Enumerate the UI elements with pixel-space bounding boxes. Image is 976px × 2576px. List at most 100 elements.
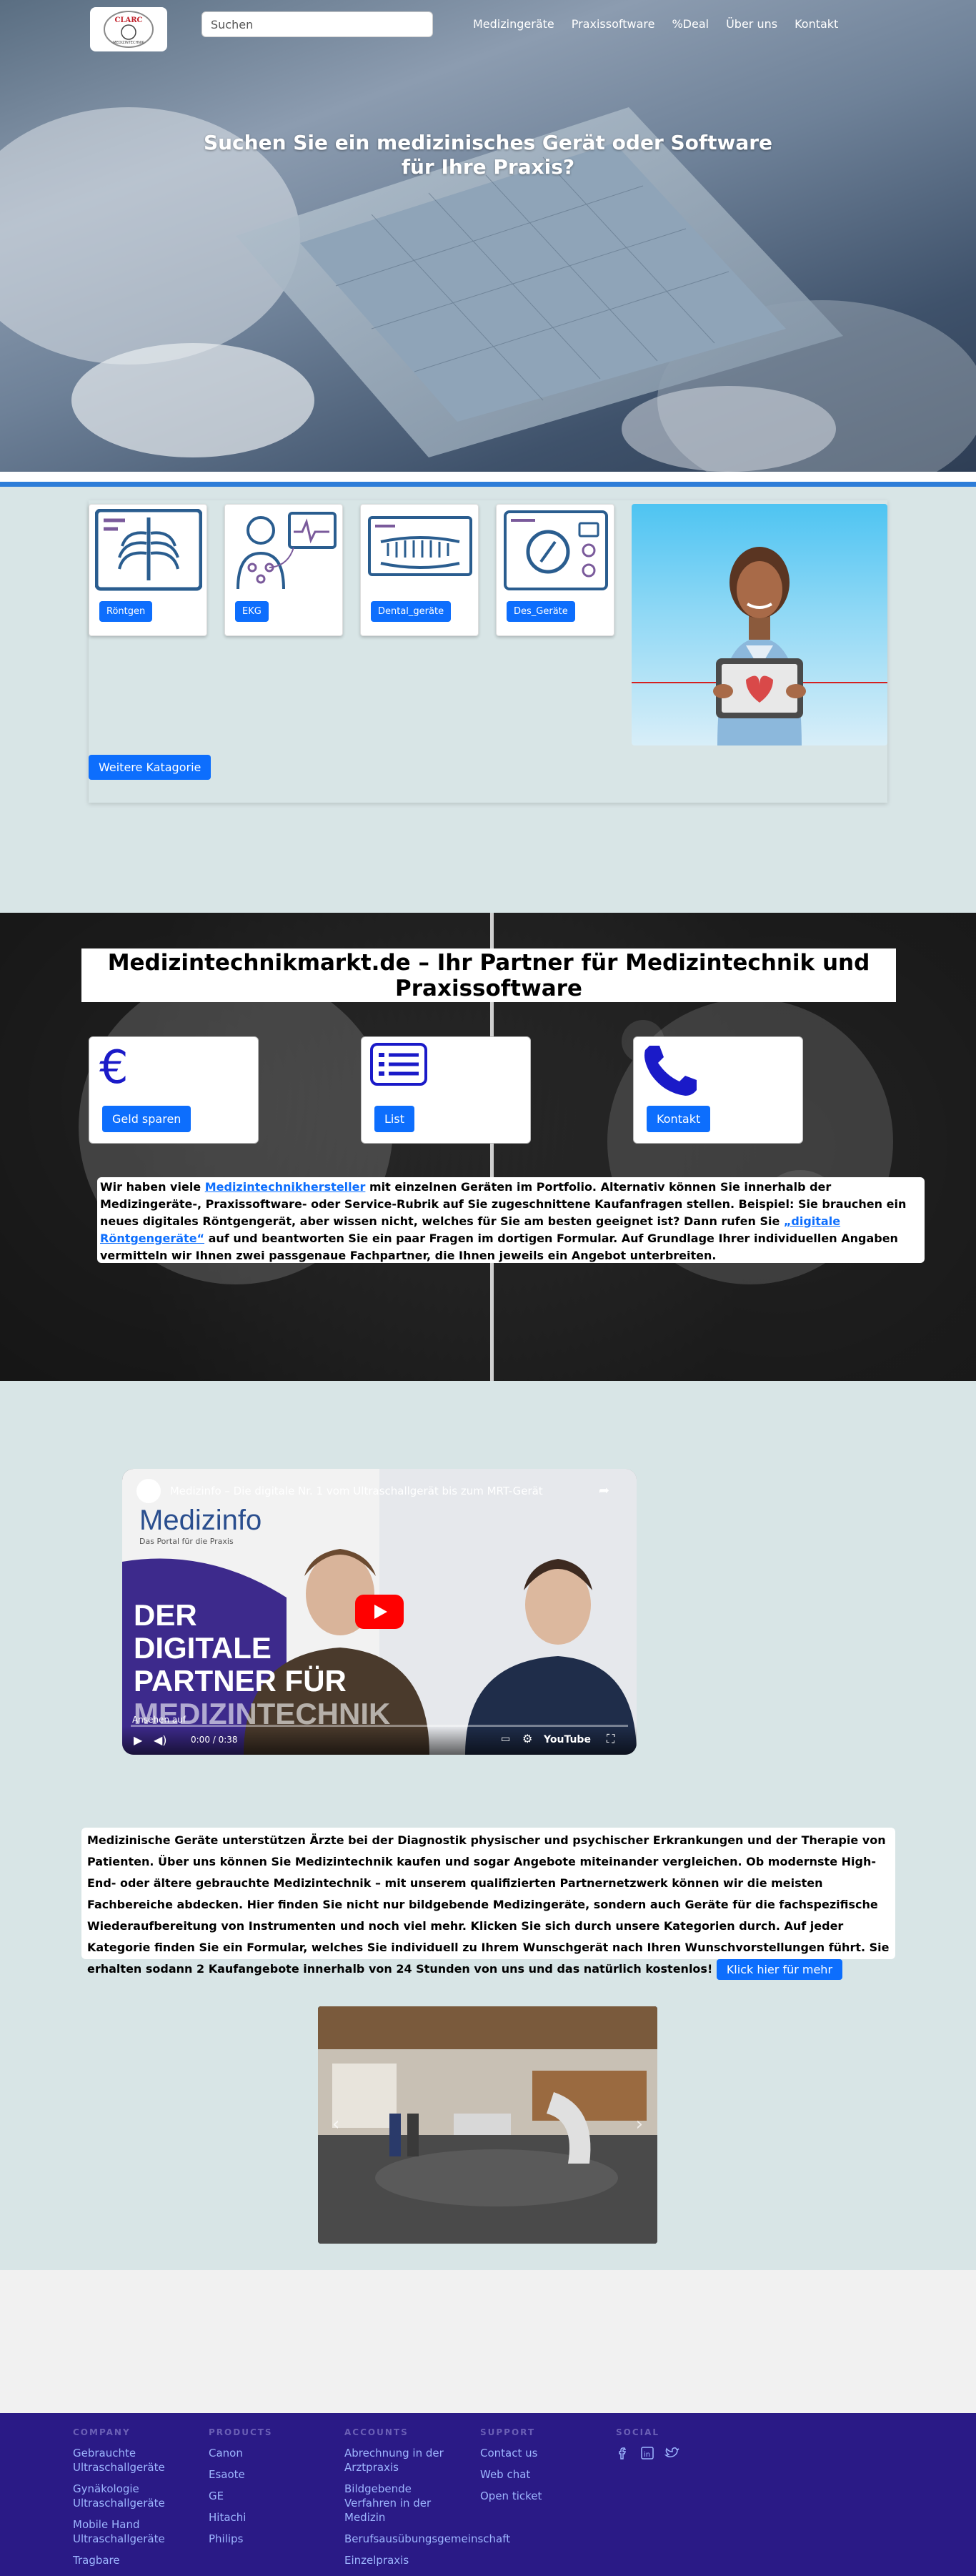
site-logo[interactable]: CLARC MEDIZINTECHNIK — [90, 7, 167, 51]
more-categories-button[interactable]: Weitere Katagorie — [89, 755, 211, 780]
partner-description: Wir haben viele Medizintechnikhersteller… — [97, 1177, 925, 1263]
youtube-logo[interactable]: YouTube — [544, 1734, 591, 1745]
mehr-button[interactable]: Klick hier für mehr — [716, 1959, 843, 1980]
video-time: 0:00 / 0:38 — [191, 1735, 238, 1745]
category-card-dental[interactable]: Dental_geräte — [360, 504, 479, 636]
video-headline: DER DIGITALE PARTNER FÜR MEDIZINTECHNIK — [134, 1599, 390, 1730]
hospital-room-image — [318, 2006, 657, 2244]
footer-link[interactable]: Gebrauchte Ultraschallgeräte — [73, 2446, 201, 2475]
menu-item-kontakt[interactable]: Kontakt — [786, 17, 847, 31]
main-menu: Medizingeräte Praxissoftware %Deal Über … — [464, 17, 847, 31]
xray-chest-icon — [95, 509, 202, 591]
categories-section: Röntgen EKG Dental_geräte Des_Geräte Wei… — [0, 497, 976, 913]
play-button[interactable] — [355, 1595, 404, 1629]
svg-text:MEDIZINTECHNIK: MEDIZINTECHNIK — [113, 41, 144, 45]
link-medizintechnikhersteller[interactable]: Medizintechnikhersteller — [205, 1180, 366, 1194]
footer-link[interactable]: Bildgebende Verfahren in der Medizin — [344, 2482, 459, 2525]
category-card-ekg[interactable]: EKG — [224, 504, 343, 636]
footer-link[interactable]: Web chat — [480, 2467, 609, 2482]
footer-link[interactable]: Berufsausübungsgemeinschaft — [344, 2532, 516, 2546]
info-text: Medizinische Geräte unterstützen Ärzte b… — [87, 1833, 890, 1976]
ekg-icon — [236, 512, 337, 590]
footer-link[interactable]: Mobile Hand Ultraschallgeräte — [73, 2517, 201, 2546]
category-card-roentgen[interactable]: Röntgen — [89, 504, 207, 636]
partner-section: Medizintechnikmarkt.de – Ihr Partner für… — [0, 913, 976, 1381]
footer-link[interactable]: Einzelpraxis — [344, 2553, 516, 2567]
dental-xray-icon — [368, 516, 472, 576]
list-button[interactable]: List — [374, 1106, 414, 1132]
footer-link[interactable]: Esaote — [209, 2467, 337, 2482]
category-button-dental[interactable]: Dental_geräte — [371, 601, 452, 622]
menu-item-deal[interactable]: %Deal — [663, 17, 717, 31]
footer-link[interactable]: Abrechnung in der Arztpraxis — [344, 2446, 459, 2475]
image-carousel: ‹ › — [318, 2006, 657, 2244]
twitter-icon[interactable] — [664, 2446, 679, 2460]
svg-text:CLARC: CLARC — [114, 16, 142, 24]
video-brand-name: Medizinfo — [139, 1505, 262, 1536]
carousel-next-icon[interactable]: › — [636, 2114, 643, 2135]
video-title[interactable]: Medizinfo – Die digitale Nr. 1 vom Ultra… — [170, 1485, 543, 1497]
partner-title: Medizintechnikmarkt.de – Ihr Partner für… — [81, 948, 896, 1002]
footer-column-social: SOCIAL in — [616, 2427, 745, 2460]
footer-link[interactable]: Open ticket — [480, 2489, 609, 2503]
svg-text:in: in — [644, 2451, 650, 2459]
video-headline-line: DER — [134, 1598, 197, 1632]
footer-heading: PRODUCTS — [209, 2427, 273, 2437]
video-controls: ▶ ◀) 0:00 / 0:38 Ansehen auf ▭ ⚙ YouTube… — [122, 1715, 637, 1755]
phone-icon — [642, 1043, 699, 1100]
footer-link[interactable]: Hitachi — [209, 2510, 337, 2525]
footer-column-support: SUPPORT Contact us Web chat Open ticket — [480, 2427, 609, 2510]
carousel-prev-icon[interactable]: ‹ — [332, 2114, 339, 2135]
sterilizer-icon — [504, 510, 608, 590]
footer-heading: SUPPORT — [480, 2427, 536, 2437]
euro-icon: € — [98, 1041, 134, 1094]
feature-card-geld-sparen: € Geld sparen — [89, 1036, 259, 1144]
footer-link[interactable]: Philips — [209, 2532, 337, 2546]
category-button-roentgen[interactable]: Röntgen — [99, 601, 153, 622]
watch-on-youtube[interactable]: Ansehen auf — [132, 1715, 186, 1725]
settings-icon[interactable]: ⚙ — [522, 1732, 532, 1745]
category-card-des-geraete[interactable]: Des_Geräte — [496, 504, 614, 636]
category-button-ekg[interactable]: EKG — [235, 601, 269, 622]
footer-column-products: PRODUCTS Canon Esaote GE Hitachi Philips — [209, 2427, 337, 2553]
social-icons: in — [616, 2446, 745, 2460]
hero-background-image — [0, 107, 976, 472]
footer-heading: SOCIAL — [616, 2427, 660, 2437]
partner-text-1: Wir haben viele — [100, 1180, 205, 1194]
footer-link[interactable]: Gynäkologie Ultraschallgeräte — [73, 2482, 201, 2510]
list-icon — [370, 1043, 427, 1089]
footer-link[interactable]: Tragbare — [73, 2553, 201, 2567]
footer-column-company: COMPANY Gebrauchte Ultraschallgeräte Gyn… — [73, 2427, 201, 2575]
top-navigation: CLARC MEDIZINTECHNIK Medizingeräte Praxi… — [0, 7, 976, 51]
footer-link[interactable]: Canon — [209, 2446, 337, 2460]
footer: COMPANY Gebrauchte Ultraschallgeräte Gyn… — [0, 2413, 976, 2576]
search-input[interactable] — [201, 11, 433, 37]
geld-sparen-button[interactable]: Geld sparen — [102, 1106, 191, 1132]
linkedin-icon[interactable]: in — [640, 2446, 654, 2460]
info-text-box: Medizinische Geräte unterstützen Ärzte b… — [81, 1828, 895, 1980]
footer-heading: COMPANY — [73, 2427, 131, 2437]
subtitles-icon[interactable]: ▭ — [501, 1733, 510, 1745]
facebook-icon[interactable] — [616, 2446, 630, 2460]
fullscreen-icon[interactable]: ⛶ — [607, 1732, 614, 1746]
kontakt-button[interactable]: Kontakt — [647, 1106, 711, 1132]
play-control-icon[interactable]: ▶ — [134, 1733, 142, 1747]
category-button-des-geraete[interactable]: Des_Geräte — [507, 601, 575, 622]
footer-link[interactable]: Contact us — [480, 2446, 609, 2460]
video-title-bar: Medizinfo – Die digitale Nr. 1 vom Ultra… — [136, 1479, 622, 1503]
video-progress-bar[interactable] — [131, 1725, 628, 1727]
footer-link[interactable]: GE — [209, 2489, 337, 2503]
volume-icon[interactable]: ◀) — [154, 1733, 167, 1747]
partner-text-3: auf und beantworten Sie ein paar Fragen … — [100, 1232, 898, 1262]
youtube-video-embed[interactable]: Medizinfo – Die digitale Nr. 1 vom Ultra… — [122, 1469, 637, 1755]
spacer — [0, 487, 976, 497]
hero-title: Suchen Sie ein medizinisches Gerät oder … — [203, 131, 773, 179]
channel-avatar — [136, 1479, 161, 1503]
svg-text:€: € — [99, 1043, 129, 1090]
menu-item-ueber-uns[interactable]: Über uns — [717, 17, 786, 31]
nurse-with-tablet-image — [632, 504, 887, 745]
video-brand-sub: Das Portal für die Praxis — [139, 1537, 234, 1546]
menu-item-medizingeraete[interactable]: Medizingeräte — [464, 17, 563, 31]
menu-item-praxissoftware[interactable]: Praxissoftware — [563, 17, 664, 31]
share-icon[interactable]: ➦ — [599, 1483, 609, 1498]
